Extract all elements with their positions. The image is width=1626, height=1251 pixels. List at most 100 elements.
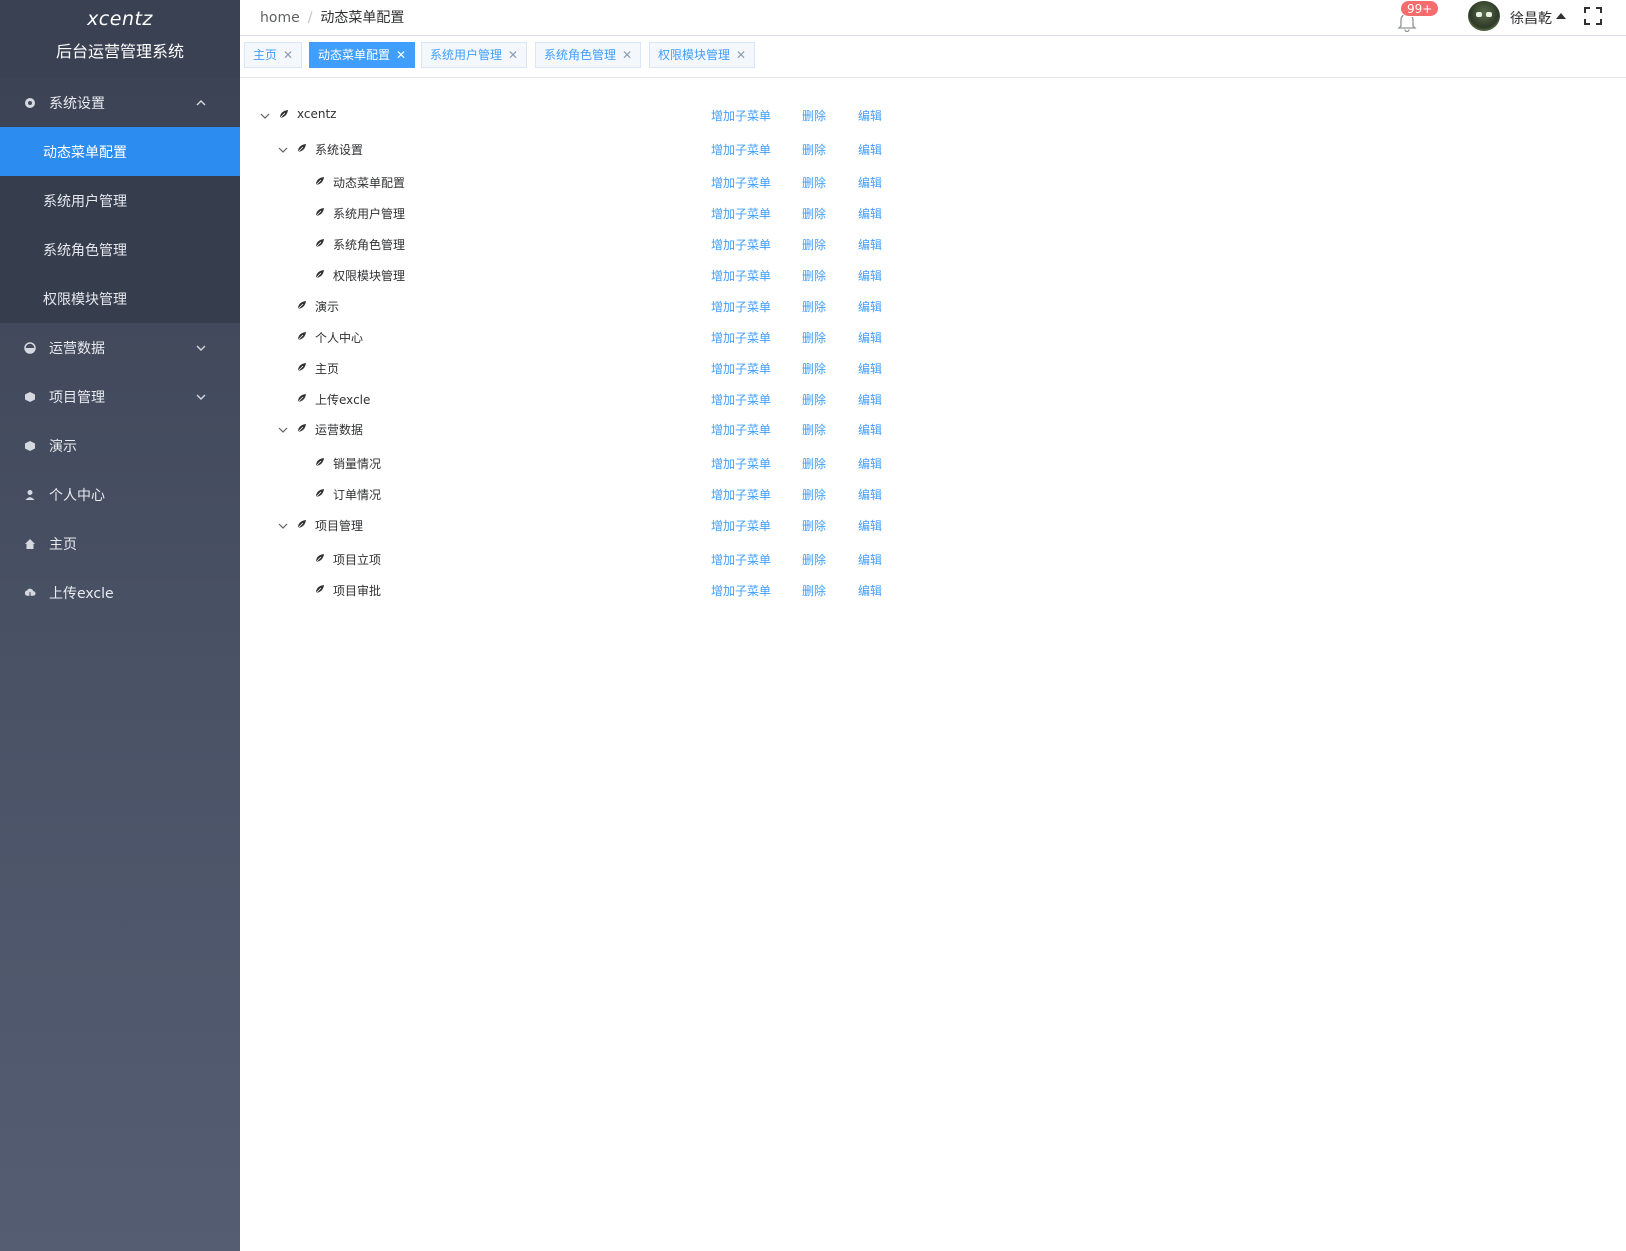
edit-button[interactable]: 编辑 [858, 205, 882, 222]
edit-button[interactable]: 编辑 [858, 421, 882, 438]
chevron-up-icon [196, 99, 206, 105]
tab-home[interactable]: 主页 ✕ [244, 42, 303, 68]
add-child-button[interactable]: 增加子菜单 [711, 267, 771, 284]
tree-node-label: 主页 [315, 362, 340, 376]
avatar-eye [1486, 12, 1492, 17]
add-child-button[interactable]: 增加子菜单 [711, 517, 771, 534]
delete-button[interactable]: 删除 [802, 205, 826, 222]
tab-system-roles[interactable]: 系统角色管理 ✕ [535, 42, 642, 68]
tree-node-label: 上传excle [315, 393, 371, 407]
edit-button[interactable]: 编辑 [858, 141, 882, 158]
delete-button[interactable]: 删除 [802, 174, 826, 191]
avatar[interactable] [1468, 1, 1500, 31]
expand-caret-icon[interactable] [278, 521, 288, 531]
add-child-button[interactable]: 增加子菜单 [711, 391, 771, 408]
delete-button[interactable]: 删除 [802, 236, 826, 253]
sidebar-item-profile[interactable]: 个人中心 [0, 470, 240, 519]
delete-button[interactable]: 删除 [802, 517, 826, 534]
delete-button[interactable]: 删除 [802, 360, 826, 377]
add-child-button[interactable]: 增加子菜单 [711, 582, 771, 599]
sidebar-item-system-roles[interactable]: 系统角色管理 [0, 225, 240, 274]
sidebar-item-upload-excel[interactable]: 上传excle [0, 568, 240, 617]
delete-button[interactable]: 删除 [802, 329, 826, 346]
close-icon[interactable]: ✕ [508, 48, 518, 62]
add-child-button[interactable]: 增加子菜单 [711, 205, 771, 222]
tree-node[interactable]: 权限模块管理 [296, 265, 996, 285]
close-icon[interactable]: ✕ [396, 48, 406, 62]
add-child-button[interactable]: 增加子菜单 [711, 298, 771, 315]
sidebar-group-system-settings[interactable]: 系统设置 [0, 78, 240, 127]
delete-button[interactable]: 删除 [802, 551, 826, 568]
close-icon[interactable]: ✕ [283, 48, 293, 62]
gear-icon [24, 97, 36, 109]
delete-button[interactable]: 删除 [802, 267, 826, 284]
add-child-button[interactable]: 增加子菜单 [711, 329, 771, 346]
edit-button[interactable]: 编辑 [858, 236, 882, 253]
submenu-system-settings: 动态菜单配置 系统用户管理 系统角色管理 权限模块管理 [0, 127, 240, 323]
edit-button[interactable]: 编辑 [858, 329, 882, 346]
edit-button[interactable]: 编辑 [858, 517, 882, 534]
sidebar-item-permission-modules[interactable]: 权限模块管理 [0, 274, 240, 323]
edit-button[interactable]: 编辑 [858, 298, 882, 315]
add-child-button[interactable]: 增加子菜单 [711, 236, 771, 253]
sidebar-group-project-management[interactable]: 项目管理 [0, 372, 240, 421]
tree-node[interactable]: 项目审批 [296, 580, 996, 600]
add-child-button[interactable]: 增加子菜单 [711, 107, 771, 124]
delete-button[interactable]: 删除 [802, 486, 826, 503]
sidebar-item-home[interactable]: 主页 [0, 519, 240, 568]
edit-button[interactable]: 编辑 [858, 551, 882, 568]
expand-caret-icon[interactable] [278, 145, 288, 155]
sidebar-item-system-users[interactable]: 系统用户管理 [0, 176, 240, 225]
edit-button[interactable]: 编辑 [858, 360, 882, 377]
edit-button[interactable]: 编辑 [858, 107, 882, 124]
breadcrumb-home[interactable]: home [260, 10, 300, 26]
tree-node[interactable]: 销量情况 [296, 453, 996, 473]
tree-node[interactable]: 订单情况 [296, 484, 996, 504]
expand-caret-icon[interactable] [278, 425, 288, 435]
tree-node[interactable]: 系统角色管理 [296, 234, 996, 254]
home-icon [24, 538, 36, 550]
tab-system-users[interactable]: 系统用户管理 ✕ [421, 42, 528, 68]
edit-button[interactable]: 编辑 [858, 267, 882, 284]
tree-node[interactable]: xcentz [260, 105, 960, 125]
username[interactable]: 徐昌乾 [1510, 8, 1552, 28]
add-child-button[interactable]: 增加子菜单 [711, 421, 771, 438]
cube-icon [24, 440, 36, 452]
tree-node[interactable]: 项目立项 [296, 549, 996, 569]
fullscreen-icon[interactable] [1583, 6, 1603, 26]
tree-node-label: 演示 [315, 300, 340, 314]
breadcrumb-separator: / [307, 10, 313, 26]
user-icon [24, 489, 36, 501]
avatar-eye [1476, 12, 1482, 17]
add-child-button[interactable]: 增加子菜单 [711, 174, 771, 191]
delete-button[interactable]: 删除 [802, 298, 826, 315]
delete-button[interactable]: 删除 [802, 107, 826, 124]
close-icon[interactable]: ✕ [622, 48, 632, 62]
tree-node[interactable]: 系统用户管理 [296, 203, 996, 223]
delete-button[interactable]: 删除 [802, 421, 826, 438]
edit-button[interactable]: 编辑 [858, 391, 882, 408]
delete-button[interactable]: 删除 [802, 455, 826, 472]
tab-dynamic-menu[interactable]: 动态菜单配置 ✕ [309, 42, 416, 68]
edit-button[interactable]: 编辑 [858, 174, 882, 191]
close-icon[interactable]: ✕ [736, 48, 746, 62]
sidebar-group-operations-data[interactable]: 运营数据 [0, 323, 240, 372]
expand-caret-icon[interactable] [260, 111, 270, 121]
edit-button[interactable]: 编辑 [858, 582, 882, 599]
leaf-icon [297, 424, 306, 433]
sidebar-item-dynamic-menu[interactable]: 动态菜单配置 [0, 127, 240, 176]
edit-button[interactable]: 编辑 [858, 486, 882, 503]
add-child-button[interactable]: 增加子菜单 [711, 141, 771, 158]
add-child-button[interactable]: 增加子菜单 [711, 455, 771, 472]
sidebar-item-demo[interactable]: 演示 [0, 421, 240, 470]
caret-up-icon[interactable] [1556, 13, 1566, 19]
add-child-button[interactable]: 增加子菜单 [711, 551, 771, 568]
tab-permission-modules[interactable]: 权限模块管理 ✕ [649, 42, 756, 68]
add-child-button[interactable]: 增加子菜单 [711, 360, 771, 377]
delete-button[interactable]: 删除 [802, 141, 826, 158]
add-child-button[interactable]: 增加子菜单 [711, 486, 771, 503]
tree-node[interactable]: 动态菜单配置 [296, 172, 996, 192]
edit-button[interactable]: 编辑 [858, 455, 882, 472]
delete-button[interactable]: 删除 [802, 582, 826, 599]
delete-button[interactable]: 删除 [802, 391, 826, 408]
